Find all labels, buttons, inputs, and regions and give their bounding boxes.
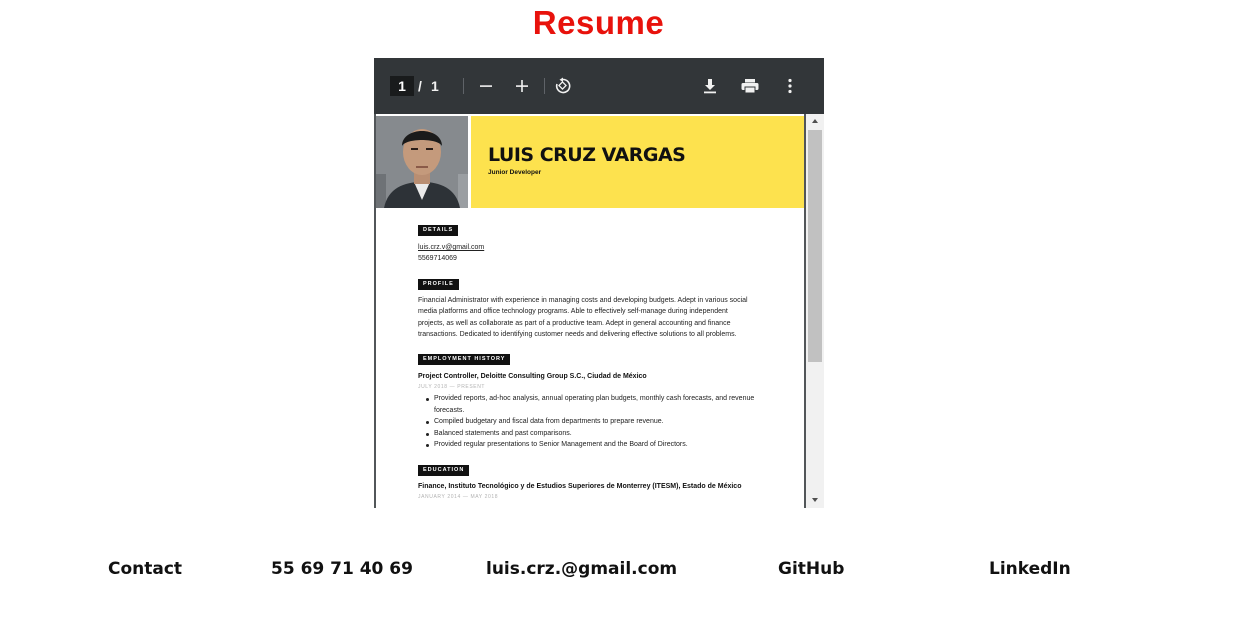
page-title: Resume [532, 4, 665, 41]
page-separator: / [418, 78, 422, 94]
profile-line: transactions. Dedicated to identifying c… [418, 331, 737, 338]
job-bullet: Provided regular presentations to Senior… [426, 439, 786, 451]
resume-email[interactable]: luis.crz.v@gmail.com [418, 242, 484, 254]
footer-contact-label: Contact [108, 559, 183, 579]
print-button[interactable] [738, 74, 762, 98]
document-area[interactable]: LUIS CRUZ VARGAS Junior Developer DETAIL… [374, 114, 806, 508]
education-title: Finance, Instituto Tecnológico y de Estu… [418, 483, 742, 490]
minus-icon [480, 85, 492, 87]
scroll-down-arrow-icon[interactable] [812, 498, 818, 502]
employment-label: EMPLOYMENT HISTORY [418, 354, 511, 365]
pdf-viewer[interactable]: 1 / 1 LUIS CRUZ VARGAS Junior Developer … [374, 58, 824, 508]
page-number-input[interactable]: 1 [390, 76, 414, 96]
zoom-in-button[interactable] [510, 74, 534, 98]
more-vert-icon [788, 78, 792, 94]
resume-phone: 5569714069 [418, 255, 457, 262]
rotate-icon [555, 77, 571, 94]
job-bullet: Compiled budgetary and fiscal data from … [426, 416, 786, 428]
job-dates: JULY 2018 — PRESENT [418, 384, 486, 390]
resume-name: LUIS CRUZ VARGAS [488, 144, 686, 166]
page-total: 1 [431, 78, 439, 94]
download-icon [704, 79, 716, 94]
download-button[interactable] [698, 74, 722, 98]
job-title: Project Controller, Deloitte Consulting … [418, 373, 647, 380]
footer-phone[interactable]: 55 69 71 40 69 [271, 559, 413, 579]
profile-photo [376, 116, 468, 208]
profile-photo-image [376, 116, 468, 208]
resume-page: LUIS CRUZ VARGAS Junior Developer DETAIL… [376, 114, 804, 508]
job-bullet-list: Provided reports, ad-hoc analysis, annua… [426, 393, 786, 451]
job-bullet: Balanced statements and past comparisons… [426, 428, 786, 440]
profile-line: media platforms and office technology pr… [418, 308, 728, 315]
vertical-scrollbar[interactable] [806, 114, 824, 508]
footer-github-link[interactable]: GitHub [778, 559, 844, 579]
footer-linkedin-link[interactable]: LinkedIn [989, 559, 1071, 579]
job-bullet: Provided reports, ad-hoc analysis, annua… [426, 393, 786, 416]
zoom-out-button[interactable] [474, 74, 498, 98]
profile-line: Financial Administrator with experience … [418, 297, 748, 304]
profile-label: PROFILE [418, 279, 459, 290]
education-dates: JANUARY 2014 — MAY 2018 [418, 494, 499, 500]
plus-icon [516, 80, 528, 92]
pdf-toolbar: 1 / 1 [374, 58, 824, 114]
education-label: EDUCATION [418, 465, 470, 476]
toolbar-divider [544, 78, 545, 94]
more-options-button[interactable] [778, 74, 802, 98]
resume-role: Junior Developer [488, 169, 542, 176]
print-icon [741, 79, 759, 94]
footer-email-link[interactable]: luis.crz.@gmail.com [486, 559, 677, 579]
rotate-button[interactable] [551, 74, 575, 98]
scroll-up-arrow-icon[interactable] [812, 119, 818, 123]
details-label: DETAILS [418, 225, 459, 236]
toolbar-divider [463, 78, 464, 94]
scrollbar-thumb[interactable] [808, 130, 822, 362]
profile-line: projects, as well as collaborate as part… [418, 320, 731, 327]
